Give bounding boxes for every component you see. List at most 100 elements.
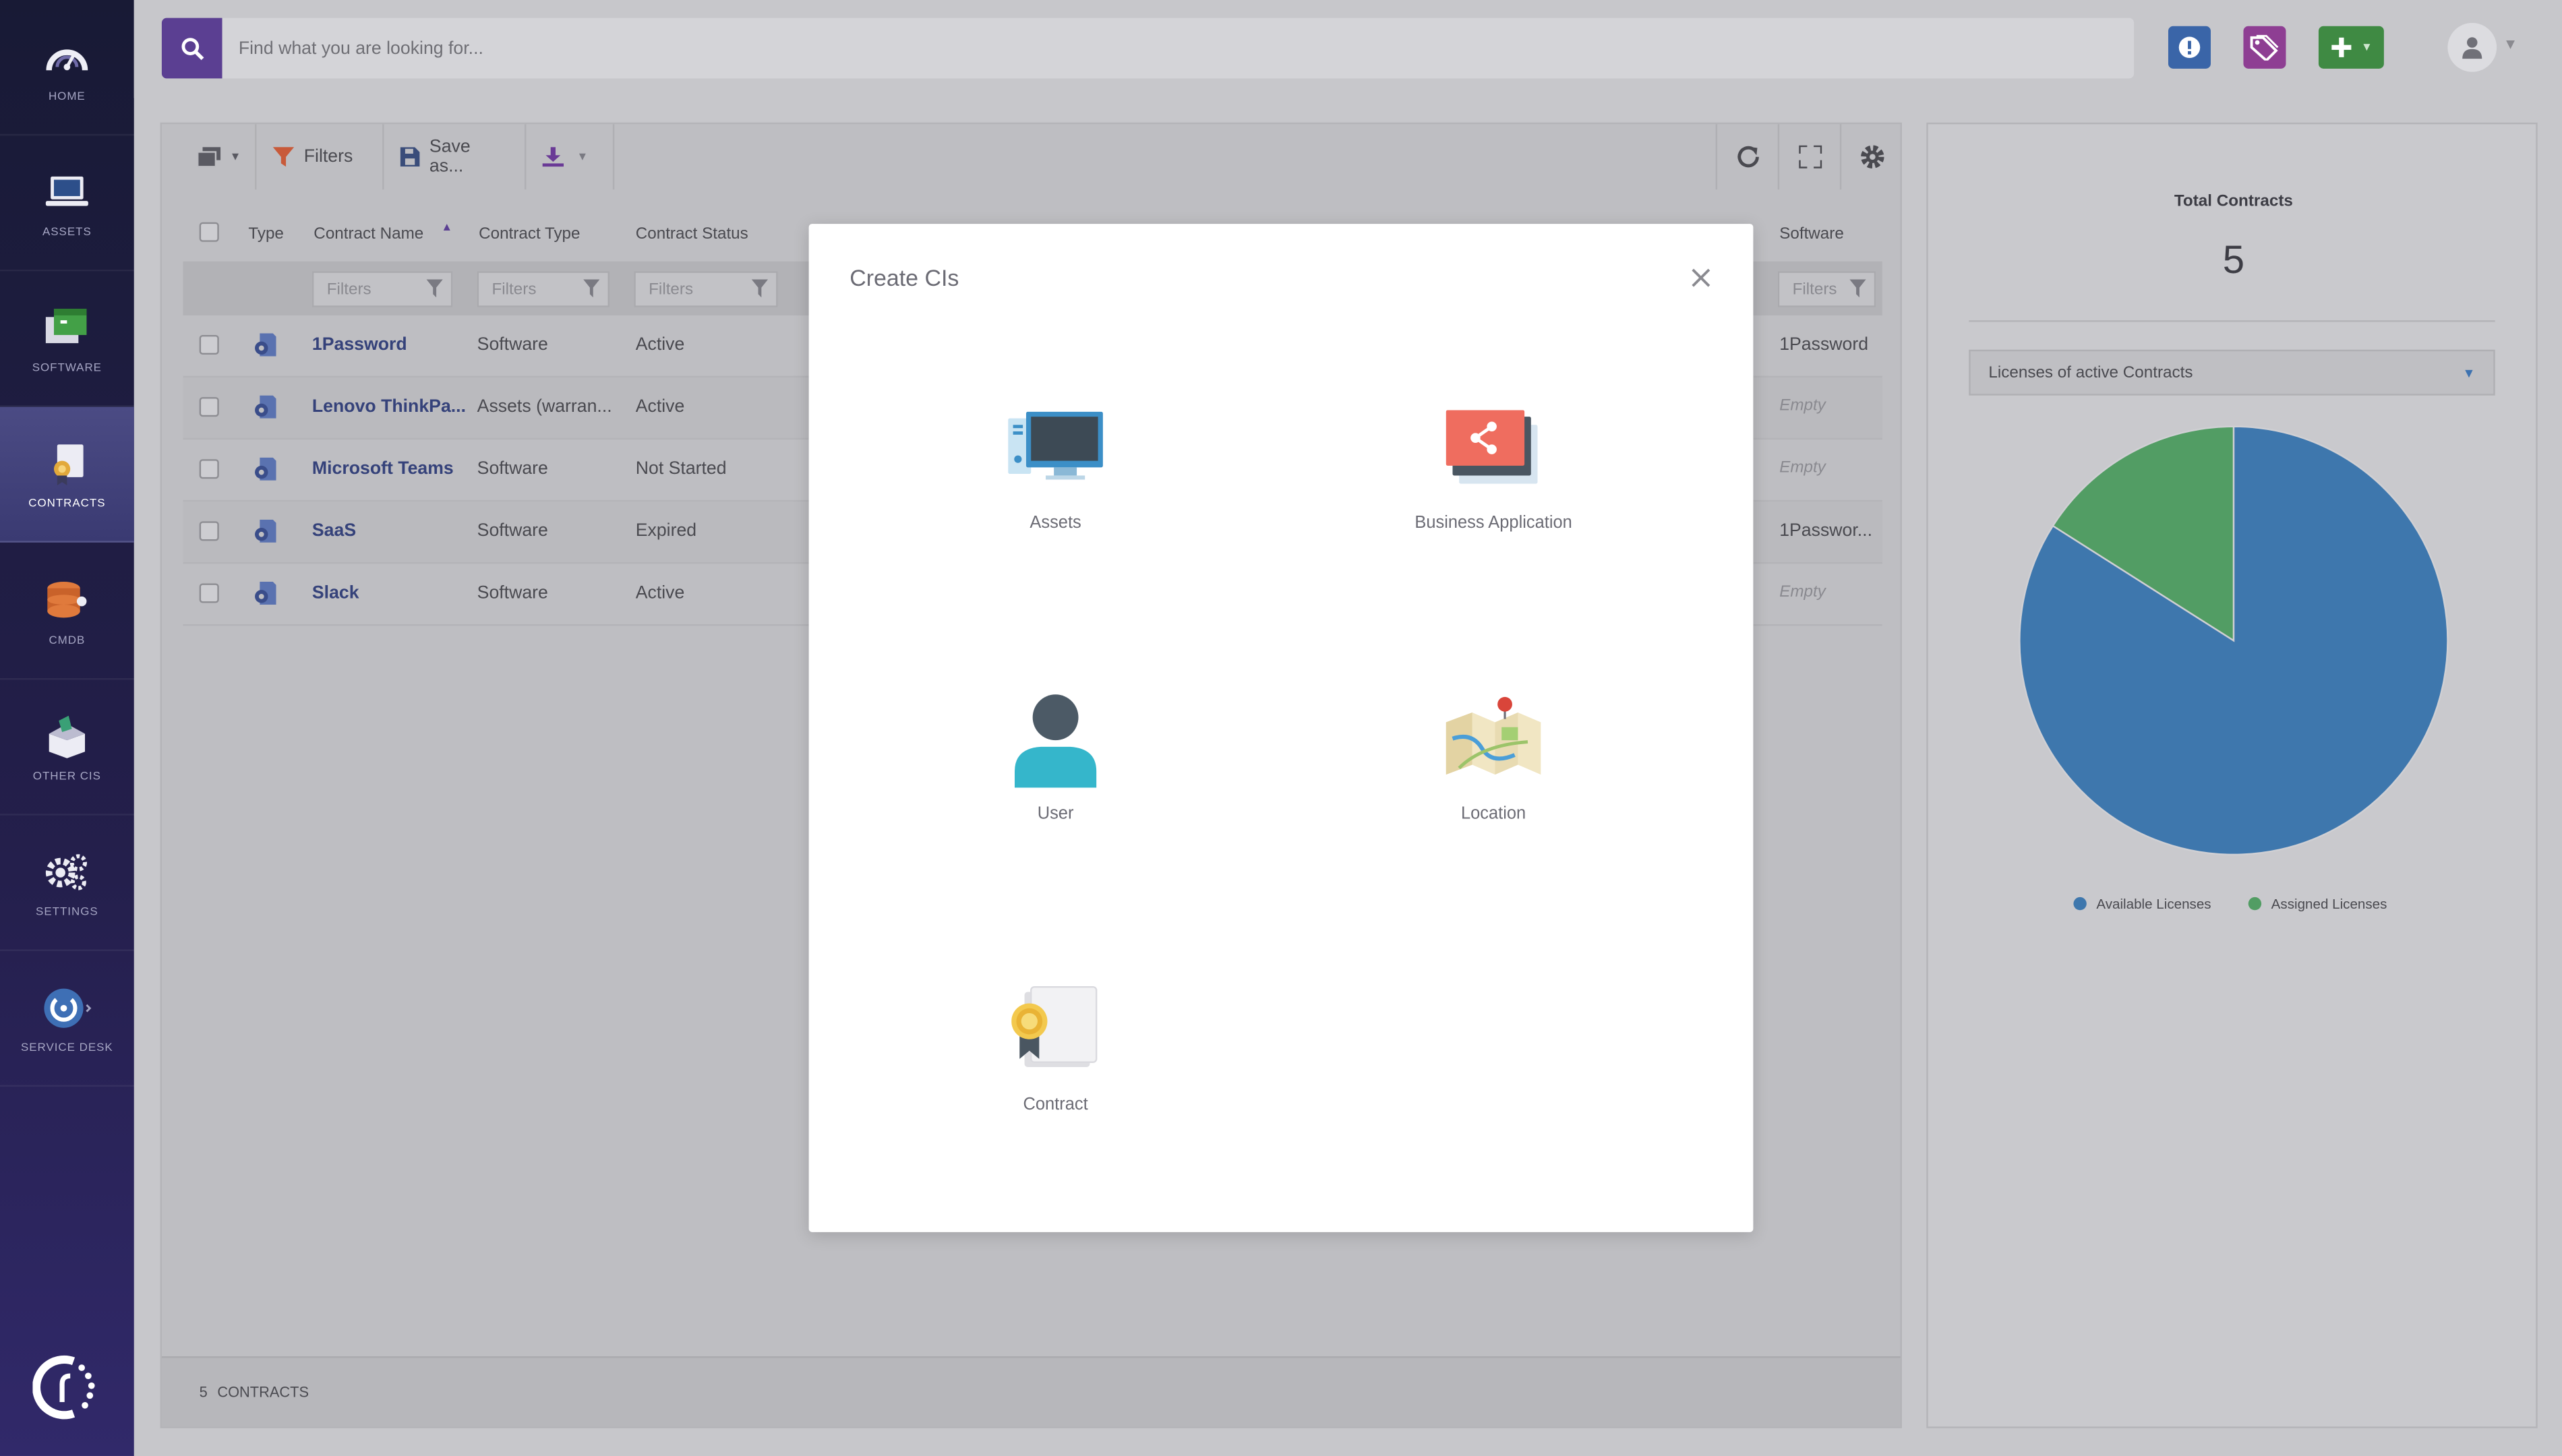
- software-cell: Empty: [1779, 459, 1826, 477]
- sidebar-item-label: OTHER CIs: [32, 770, 101, 782]
- row-checkbox[interactable]: [199, 459, 219, 479]
- sidebar-item-service-desk[interactable]: SERVICE DESK: [0, 951, 134, 1087]
- filter-icon: [272, 147, 295, 167]
- sidebar-item-label: HOME: [48, 90, 86, 102]
- contract-name-link[interactable]: Lenovo ThinkPa...: [312, 397, 466, 417]
- contract-status-cell: Not Started: [635, 459, 727, 479]
- invgate-logo[interactable]: [32, 1353, 101, 1422]
- contract-name-link[interactable]: 1Password: [312, 335, 407, 355]
- app-root: HOME ASSETS SOFTWARE CONTRACTS CMDB OTHE…: [0, 0, 2562, 1456]
- contract-status-cell: Active: [635, 397, 685, 417]
- sidebar-item-label: ASSETS: [42, 226, 92, 238]
- software-cell: 1Password: [1779, 334, 1869, 355]
- select-all-checkbox[interactable]: [199, 222, 219, 242]
- filters-button[interactable]: Filters: [256, 124, 384, 190]
- row-checkbox[interactable]: [199, 521, 219, 541]
- avatar[interactable]: [2447, 22, 2497, 72]
- contract-certificate-icon: [42, 439, 92, 488]
- contract-name-link[interactable]: SaaS: [312, 521, 356, 541]
- download-icon: [542, 147, 564, 167]
- certificate-ribbon-icon: [1003, 977, 1108, 1082]
- add-button[interactable]: ▼: [2318, 26, 2384, 69]
- filter-input-contract-type[interactable]: Filters: [477, 271, 609, 307]
- alerts-button[interactable]: [2168, 26, 2211, 69]
- legend-item-available[interactable]: Available Licenses: [2073, 895, 2211, 912]
- column-header-contract-type[interactable]: Contract Type: [479, 226, 580, 244]
- create-cis-modal: Create CIs Assets Business Application U…: [808, 224, 1754, 1232]
- sidebar-item-other-cis[interactable]: OTHER CIs: [0, 679, 134, 816]
- contract-type-cell: Software: [477, 583, 548, 603]
- tags-button[interactable]: [2243, 26, 2286, 69]
- column-header-contract-name[interactable]: Contract Name: [314, 226, 423, 244]
- filter-icon: [583, 279, 600, 298]
- refresh-icon: [1737, 146, 1759, 168]
- software-cell: 1Passwor...: [1779, 521, 1872, 541]
- database-icon: [42, 576, 92, 626]
- sort-ascending-icon[interactable]: ▲: [441, 222, 452, 234]
- sidebar-item-contracts[interactable]: CONTRACTS: [0, 406, 134, 543]
- record-count: 5: [199, 1384, 208, 1401]
- sidebar-item-cmdb[interactable]: CMDB: [0, 544, 134, 680]
- create-ci-contract[interactable]: Contract: [925, 977, 1187, 1174]
- legend-item-assigned[interactable]: Assigned Licenses: [2248, 895, 2387, 912]
- create-ci-business-application[interactable]: Business Application: [1363, 396, 1624, 592]
- user-avatar-icon: [2462, 37, 2482, 59]
- chart-select[interactable]: Licenses of active Contracts ▼: [1969, 349, 2495, 396]
- summary-panel: Total Contracts 5 Licenses of active Con…: [1926, 122, 2538, 1428]
- contract-type-cell: Software: [477, 521, 548, 541]
- create-ci-location[interactable]: Location: [1363, 686, 1624, 882]
- summary-total: 5: [2222, 238, 2245, 283]
- contract-type-icon: [254, 582, 276, 609]
- plus-icon: [2331, 37, 2352, 57]
- filter-input-software[interactable]: Filters: [1777, 271, 1876, 307]
- modal-title: Create CIs: [850, 264, 959, 291]
- fullscreen-button[interactable]: [1777, 124, 1842, 190]
- contract-type-cell: Assets (warran...: [477, 397, 612, 417]
- legend-swatch: [2073, 897, 2087, 911]
- contract-type-icon: [254, 395, 276, 423]
- search-button[interactable]: [161, 18, 222, 79]
- create-ci-user[interactable]: User: [925, 686, 1187, 882]
- sidebar-item-label: SETTINGS: [36, 906, 98, 918]
- share-network-icon: [1441, 396, 1546, 500]
- row-checkbox[interactable]: [199, 397, 219, 417]
- alert-icon: [2178, 36, 2201, 59]
- row-checkbox[interactable]: [199, 334, 219, 355]
- open-box-icon: [42, 712, 92, 761]
- service-desk-icon: [42, 983, 92, 1032]
- record-count-label: CONTRACTS: [217, 1384, 309, 1401]
- contract-type-cell: Software: [477, 459, 548, 479]
- sidebar-item-software[interactable]: SOFTWARE: [0, 271, 134, 407]
- settings-button[interactable]: [1839, 124, 1904, 190]
- chevron-down-icon: ▼: [2462, 366, 2476, 381]
- create-ci-assets[interactable]: Assets: [925, 396, 1187, 592]
- sidebar-item-settings[interactable]: SETTINGS: [0, 816, 134, 951]
- search-input-wrapper: [222, 18, 2135, 79]
- row-checkbox[interactable]: [199, 583, 219, 603]
- chevron-down-icon[interactable]: ▼: [2503, 36, 2518, 52]
- search-input[interactable]: [222, 18, 2135, 79]
- close-icon[interactable]: [1688, 265, 1714, 291]
- export-button[interactable]: ▼: [526, 124, 615, 190]
- sidebar-item-assets[interactable]: ASSETS: [0, 135, 134, 272]
- column-header-type[interactable]: Type: [248, 226, 284, 244]
- sidebar-item-home[interactable]: HOME: [0, 0, 134, 136]
- contract-type-icon: [254, 457, 276, 485]
- sidebar-item-label: SERVICE DESK: [20, 1041, 113, 1054]
- save-icon: [400, 147, 420, 167]
- filter-input-contract-status[interactable]: Filters: [634, 271, 778, 307]
- save-as-button[interactable]: Save as...: [384, 124, 527, 190]
- contract-name-link[interactable]: Microsoft Teams: [312, 459, 454, 479]
- column-header-software[interactable]: Software: [1779, 226, 1844, 244]
- bulk-actions-button[interactable]: ▼: [183, 124, 257, 190]
- refresh-button[interactable]: [1715, 124, 1780, 190]
- filter-icon: [1849, 279, 1866, 298]
- legend-label: Assigned Licenses: [2271, 895, 2387, 912]
- summary-title: Total Contracts: [2174, 193, 2293, 211]
- contract-status-cell: Active: [635, 334, 685, 355]
- contract-status-cell: Active: [635, 583, 685, 603]
- contract-name-link[interactable]: Slack: [312, 583, 359, 603]
- filter-input-contract-name[interactable]: Filters: [311, 271, 453, 307]
- column-header-contract-status[interactable]: Contract Status: [636, 226, 748, 244]
- list-toolbar: ▼ Filters Save as... ▼: [183, 124, 1904, 190]
